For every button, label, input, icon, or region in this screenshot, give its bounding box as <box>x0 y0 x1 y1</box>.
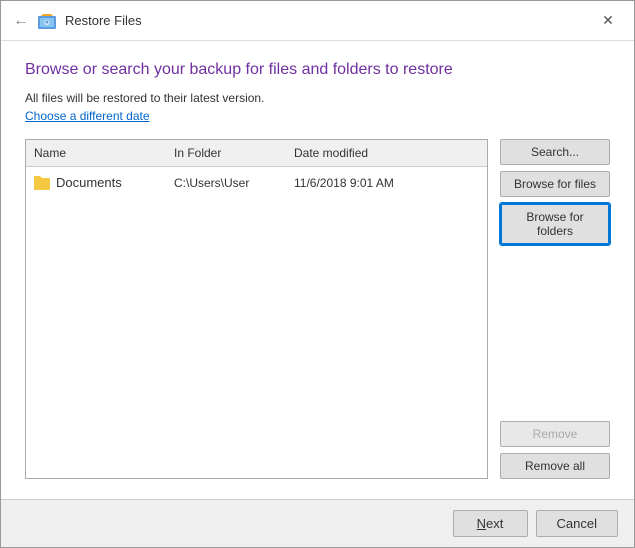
restore-files-window: ← Restore Files ✕ Browse or search your … <box>0 0 635 548</box>
window-icon <box>37 11 57 31</box>
back-button[interactable]: ← <box>13 12 29 30</box>
main-area: Name In Folder Date modified Documents C… <box>25 139 610 479</box>
remove-button[interactable]: Remove <box>500 421 610 447</box>
col-header-date: Date modified <box>294 144 444 162</box>
cell-date: 11/6/2018 9:01 AM <box>294 176 444 190</box>
cancel-button[interactable]: Cancel <box>536 510 618 537</box>
cell-folder: C:\Users\User <box>174 176 294 190</box>
file-list: Name In Folder Date modified Documents C… <box>25 139 488 479</box>
bottom-bar: Next Cancel <box>1 499 634 547</box>
main-content: Browse or search your backup for files a… <box>1 41 634 499</box>
title-bar: ← Restore Files ✕ <box>1 1 634 41</box>
table-row[interactable]: Documents C:\Users\User 11/6/2018 9:01 A… <box>26 171 487 194</box>
col-header-folder: In Folder <box>174 144 294 162</box>
close-button[interactable]: ✕ <box>594 7 622 35</box>
search-button[interactable]: Search... <box>500 139 610 165</box>
col-header-name: Name <box>34 144 174 162</box>
browse-folders-button[interactable]: Browse for folders <box>500 203 610 245</box>
browse-files-button[interactable]: Browse for files <box>500 171 610 197</box>
choose-date-link[interactable]: Choose a different date <box>25 109 610 123</box>
folder-icon <box>34 176 50 190</box>
page-heading: Browse or search your backup for files a… <box>25 61 610 79</box>
next-label: Next <box>477 516 504 531</box>
spacer <box>500 251 610 415</box>
next-button[interactable]: Next <box>453 510 528 537</box>
window-title: Restore Files <box>65 13 142 28</box>
file-name: Documents <box>56 175 122 190</box>
action-buttons: Search... Browse for files Browse for fo… <box>500 139 610 479</box>
remove-all-button[interactable]: Remove all <box>500 453 610 479</box>
subtitle-text: All files will be restored to their late… <box>25 91 610 105</box>
cell-name: Documents <box>34 175 174 190</box>
title-bar-left: ← Restore Files <box>13 11 142 31</box>
file-list-header: Name In Folder Date modified <box>26 140 487 167</box>
file-list-body: Documents C:\Users\User 11/6/2018 9:01 A… <box>26 167 487 478</box>
